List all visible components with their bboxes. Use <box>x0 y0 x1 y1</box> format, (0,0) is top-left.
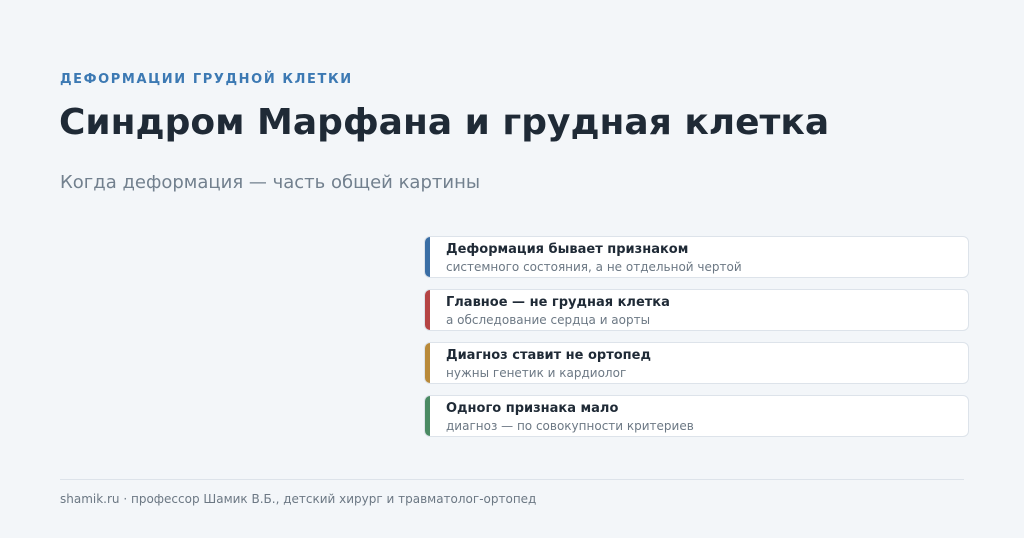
card-title: Главное — не грудная клетка <box>446 295 670 310</box>
key-points-list: Деформация бывает признаком системного с… <box>424 236 969 448</box>
page-title: Синдром Марфана и грудная клетка <box>59 102 830 143</box>
key-point-card: Диагноз ставит не ортопед нужны генетик … <box>424 342 969 384</box>
key-point-card: Деформация бывает признаком системного с… <box>424 236 969 278</box>
card-subtitle: а обследование сердца и аорты <box>446 313 651 327</box>
card-title: Деформация бывает признаком <box>446 242 689 257</box>
footer-divider <box>60 479 964 480</box>
card-title: Одного признака мало <box>446 401 619 416</box>
section-eyebrow: ДЕФОРМАЦИИ ГРУДНОЙ КЛЕТКИ <box>60 72 353 87</box>
card-subtitle: системного состояния, а не отдельной чер… <box>446 260 742 274</box>
card-accent-bar <box>425 396 430 436</box>
key-point-card: Одного признака мало диагноз — по совоку… <box>424 395 969 437</box>
card-title: Диагноз ставит не ортопед <box>446 348 651 363</box>
card-accent-bar <box>425 343 430 383</box>
card-accent-bar <box>425 237 430 277</box>
key-point-card: Главное — не грудная клетка а обследован… <box>424 289 969 331</box>
card-subtitle: нужны генетик и кардиолог <box>446 366 627 380</box>
card-accent-bar <box>425 290 430 330</box>
card-subtitle: диагноз — по совокупности критериев <box>446 419 694 433</box>
page-subtitle: Когда деформация — часть общей картины <box>60 172 481 193</box>
footer-credit: shamik.ru · профессор Шамик В.Б., детски… <box>60 492 537 506</box>
